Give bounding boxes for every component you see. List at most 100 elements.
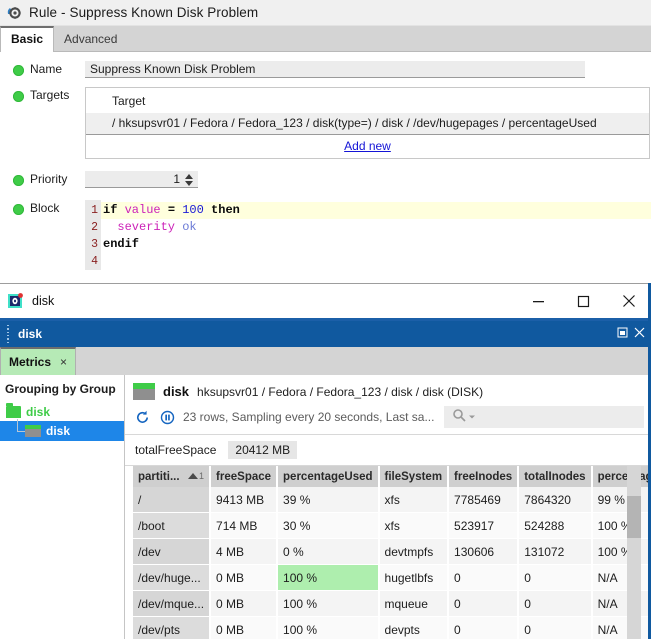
column-header-3[interactable]: fileSystem xyxy=(378,466,450,487)
table-cell: mqueue xyxy=(378,590,450,618)
tab-basic[interactable]: Basic xyxy=(0,26,55,52)
table-cell: 99 % xyxy=(591,487,651,514)
spinner-up-icon[interactable] xyxy=(184,173,193,179)
table-cell: 100 % xyxy=(277,616,380,639)
table-cell: xfs xyxy=(378,512,450,540)
code-line[interactable] xyxy=(101,253,651,270)
code-line[interactable]: endif xyxy=(101,236,651,253)
table-cell: 39 % xyxy=(277,487,380,514)
priority-stepper[interactable]: 1 xyxy=(85,171,198,188)
name-input[interactable]: Suppress Known Disk Problem xyxy=(85,61,585,78)
table-cell: 0 MB xyxy=(210,590,279,618)
column-header-label: totalInodes xyxy=(524,470,586,483)
table-header-row: 1 partiti... freeSpace percentageUsed fileSy… xyxy=(133,466,651,487)
table-vertical-scrollbar[interactable] xyxy=(627,466,641,639)
gutter-line: 1 xyxy=(91,204,98,217)
table-cell: 7864320 xyxy=(518,487,593,514)
table-row[interactable]: /dev/mque... 0 MB 100 % mqueue 0 0 N/A xyxy=(133,590,651,618)
sort-asc-icon xyxy=(188,472,199,479)
targets-table: Target / hksupsvr01 / Fedora / Fedora_12… xyxy=(85,87,650,159)
folder-icon xyxy=(6,403,21,418)
table-row[interactable]: /dev 4 MB 0 % devtmpfs 130606 131072 100 % xyxy=(133,538,651,566)
add-new-link[interactable]: Add new xyxy=(344,139,391,153)
pause-icon[interactable] xyxy=(158,408,177,427)
table-cell: N/A xyxy=(591,590,651,618)
priority-spinner[interactable] xyxy=(182,171,195,188)
metrics-panel: disk hksupsvr01 / Fedora / Fedora_123 / … xyxy=(125,375,651,639)
status-text: 23 rows, Sampling every 20 seconds, Last… xyxy=(183,410,435,424)
minimize-icon[interactable] xyxy=(516,285,561,318)
maximize-icon[interactable] xyxy=(561,285,606,318)
column-header-4[interactable]: freeInodes xyxy=(448,466,520,487)
column-header-6[interactable]: percentag xyxy=(591,466,651,487)
table-cell: 7785469 xyxy=(448,487,520,514)
tab-metrics[interactable]: Metrics × xyxy=(0,347,77,375)
gutter-line: 2 xyxy=(91,221,98,234)
table-row[interactable]: /dev/pts 0 MB 100 % devpts 0 0 N/A xyxy=(133,616,651,639)
panel-path: hksupsvr01 / Fedora / Fedora_123 / disk … xyxy=(197,384,484,399)
table-cell: 100 % xyxy=(277,590,380,618)
panel-header: disk hksupsvr01 / Fedora / Fedora_123 / … xyxy=(125,375,651,406)
target-row[interactable]: / hksupsvr01 / Fedora / Fedora_123 / dis… xyxy=(86,113,649,135)
tree-node-disk-group[interactable]: disk xyxy=(0,403,124,421)
table-cell: 0 % xyxy=(277,538,380,566)
column-header-2[interactable]: percentageUsed xyxy=(277,466,380,487)
targets-status-dot xyxy=(13,91,24,102)
table-row[interactable]: /9413 MB 39 % xfs 7785469 7864320 99 % xyxy=(133,487,651,514)
table-row[interactable]: /boot 714 MB 30 % xfs 523917 524288 100 % xyxy=(133,512,651,540)
table-cell: 9413 MB xyxy=(210,487,279,514)
table-cell: N/A xyxy=(591,564,651,592)
metrics-table: 1 partiti... freeSpace percentageUsed fileSy… xyxy=(133,466,651,639)
priority-label: Priority xyxy=(30,172,68,186)
code-lines[interactable]: if value = 100 then severity ok endif xyxy=(101,200,651,270)
refresh-icon[interactable] xyxy=(133,408,152,427)
disk-window: disk disk Metrics × Grouping by Group di… xyxy=(0,283,651,639)
code-line[interactable]: if value = 100 then xyxy=(101,202,651,219)
group-icon xyxy=(25,425,41,437)
table-cell: 714 MB xyxy=(210,512,279,540)
table-cell: xfs xyxy=(378,487,450,514)
column-header-label: percentageUsed xyxy=(283,470,373,483)
column-header-0[interactable]: 1 partiti... xyxy=(133,466,212,487)
search-dropdown-chevron-down-icon[interactable] xyxy=(468,410,476,424)
name-label: Name xyxy=(30,62,63,76)
metrics-tabbar: Metrics × xyxy=(0,347,651,375)
table-cell: 0 xyxy=(518,616,593,639)
disk-content: Grouping by Group disk disk disk hksupsv… xyxy=(0,375,651,639)
metric-summary-strip: totalFreeSpace 20412 MB xyxy=(125,434,651,466)
tab-metrics-close-icon[interactable]: × xyxy=(60,355,67,369)
disk-app-icon xyxy=(8,293,24,309)
panel-toolbar: 23 rows, Sampling every 20 seconds, Last… xyxy=(125,406,651,434)
spinner-down-icon[interactable] xyxy=(184,180,193,186)
table-cell: 0 xyxy=(448,590,520,618)
table-cell: 524288 xyxy=(518,512,593,540)
table-cell: /dev xyxy=(133,538,212,566)
table-cell: N/A xyxy=(591,616,651,639)
column-header-label: partiti... xyxy=(138,470,180,483)
column-header-label: percentag xyxy=(597,470,651,483)
tree-node-disk-item[interactable]: disk xyxy=(0,419,124,441)
close-icon[interactable] xyxy=(606,285,651,318)
table-row[interactable]: /dev/huge... 0 MB 100 % hugetlbfs 0 0 N/A xyxy=(133,564,651,592)
search-input[interactable] xyxy=(444,406,645,428)
scrollbar-thumb[interactable] xyxy=(627,496,641,538)
panel-title: disk xyxy=(163,384,190,399)
column-header-5[interactable]: totalInodes xyxy=(518,466,593,487)
disk-inner-title-text: disk xyxy=(18,327,43,341)
block-code-editor[interactable]: 1 2 3 4 if value = 100 then severity ok endi… xyxy=(85,200,651,270)
tree-node-label: disk xyxy=(26,405,51,419)
tab-advanced[interactable]: Advanced xyxy=(54,28,127,51)
table-cell: 0 xyxy=(518,590,593,618)
table-cell: 0 MB xyxy=(210,616,279,639)
code-line[interactable]: severity ok xyxy=(101,219,651,236)
table-cell: 0 xyxy=(448,564,520,592)
table-cell: /dev/huge... xyxy=(133,564,212,592)
grouping-sidebar: Grouping by Group disk disk xyxy=(0,375,125,639)
inner-close-icon[interactable] xyxy=(634,327,645,341)
table-cell: devtmpfs xyxy=(378,538,450,566)
drag-grip-icon[interactable] xyxy=(4,325,14,343)
restore-icon[interactable] xyxy=(617,327,628,341)
rule-window-title: Rule - Suppress Known Disk Problem xyxy=(29,5,259,20)
name-field-row: Name Suppress Known Disk Problem xyxy=(0,61,651,78)
column-header-1[interactable]: freeSpace xyxy=(210,466,279,487)
